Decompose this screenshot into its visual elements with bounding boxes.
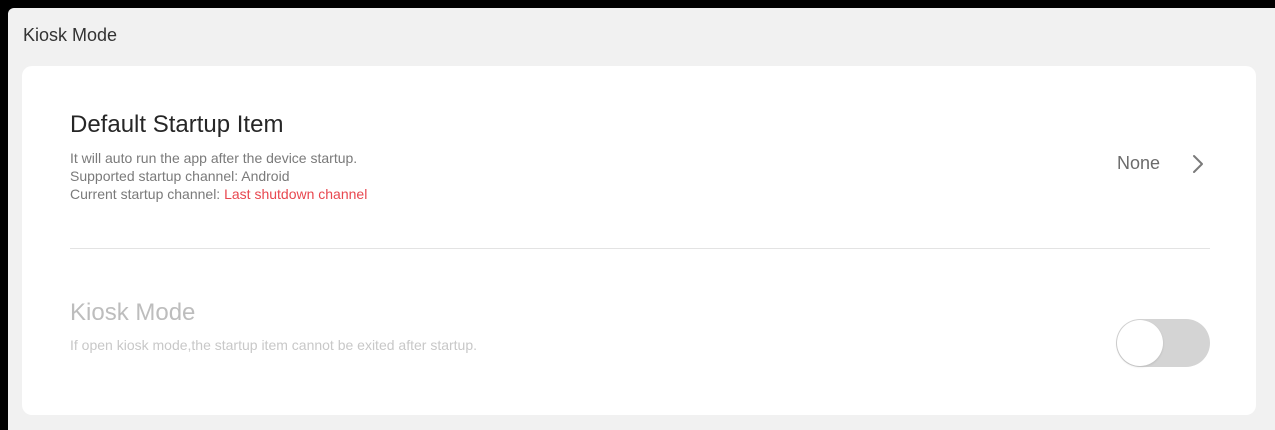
kiosk-mode-row: Kiosk Mode If open kiosk mode,the startu…: [70, 298, 1210, 398]
kiosk-mode-toggle[interactable]: [1116, 319, 1210, 367]
startup-desc-line1: It will auto run the app after the devic…: [70, 150, 358, 166]
settings-card: Default Startup Item It will auto run th…: [22, 66, 1256, 415]
startup-item-value: None: [1116, 153, 1160, 173]
kiosk-mode-description: If open kiosk mode,the startup item cann…: [70, 337, 478, 353]
toggle-knob: [1117, 320, 1163, 366]
chevron-right-icon[interactable]: [1186, 152, 1210, 176]
startup-item-description: It will auto run the app after the devic…: [70, 149, 1210, 203]
startup-item-title: Default Startup Item: [70, 111, 284, 138]
screen: Kiosk Mode Default Startup Item It will …: [8, 8, 1275, 430]
current-channel-value: Last shutdown channel: [224, 186, 368, 202]
current-channel-label: Current startup channel:: [70, 186, 225, 202]
page-title: Kiosk Mode: [23, 25, 118, 45]
startup-desc-line3: Current startup channel: Last shutdown c…: [70, 185, 1210, 203]
default-startup-item-row[interactable]: Default Startup Item It will auto run th…: [70, 110, 1210, 252]
startup-desc-line2: Supported startup channel: Android: [70, 168, 290, 184]
kiosk-mode-title: Kiosk Mode: [70, 299, 196, 326]
divider: [70, 248, 1210, 249]
